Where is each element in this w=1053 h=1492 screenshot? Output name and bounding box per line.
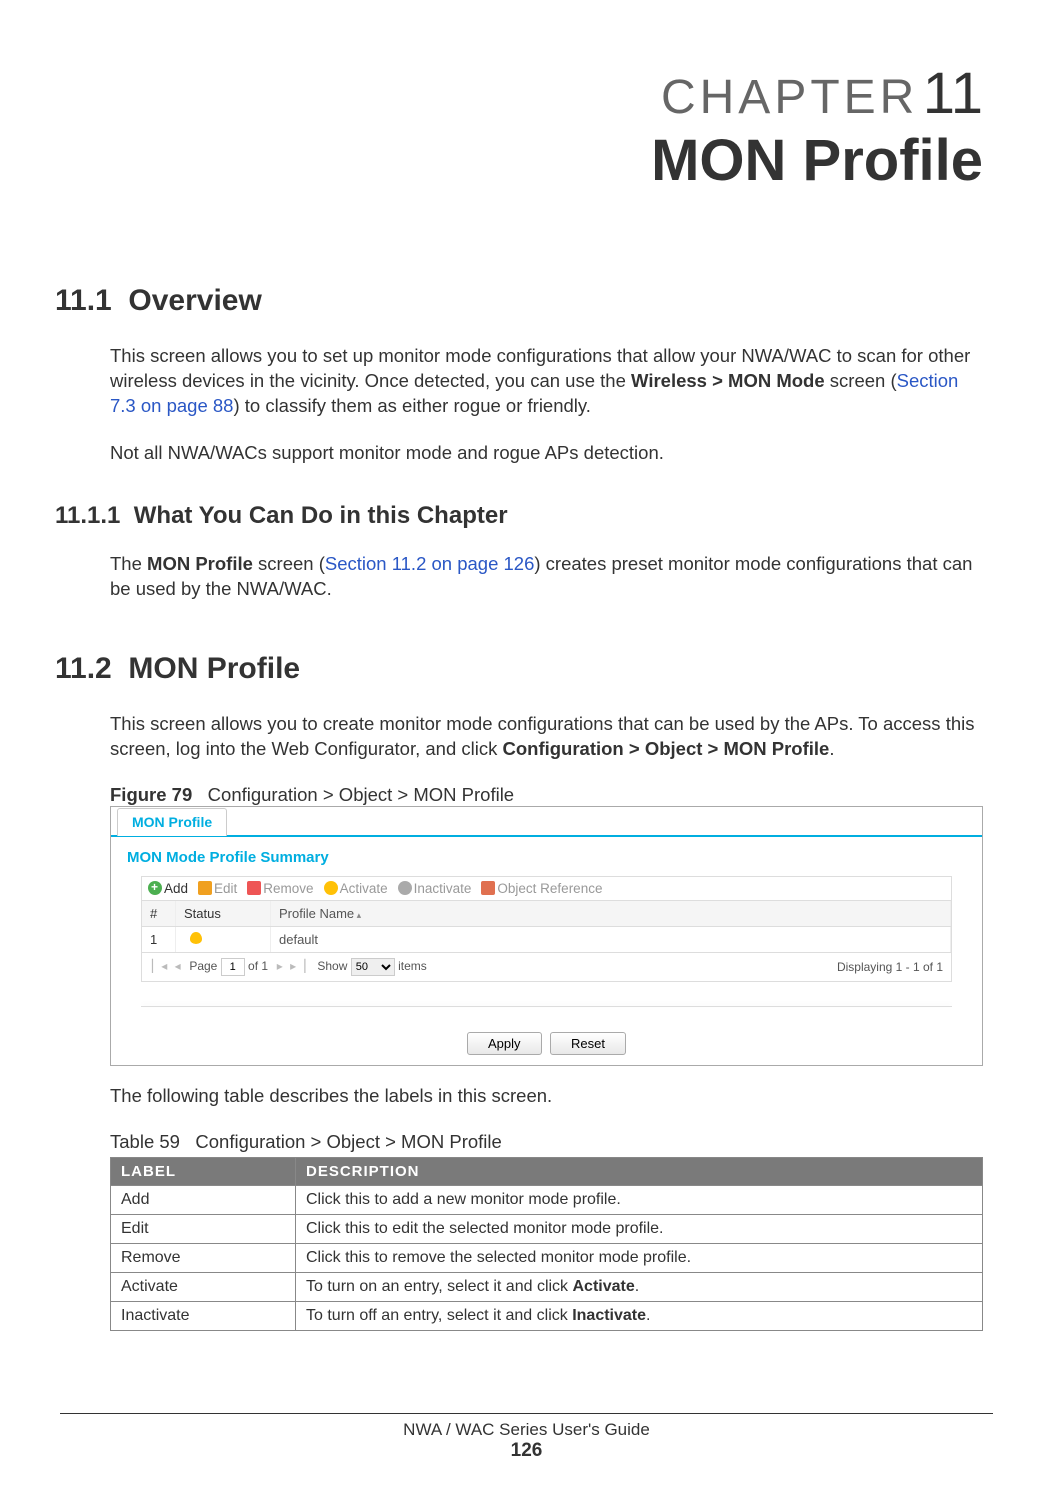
pager-display-text: Displaying 1 - 1 of 1 (837, 960, 943, 974)
pager-next-last[interactable]: ▸ ▸▕ (275, 959, 308, 973)
apply-button[interactable]: Apply (467, 1032, 542, 1055)
activate-button[interactable]: Activate (324, 881, 388, 896)
page-footer: NWA / WAC Series User's Guide 126 (0, 1413, 1053, 1462)
column-number[interactable]: # (142, 901, 176, 926)
section-number: 11.1 (55, 284, 112, 317)
th-description: DESCRIPTION (296, 1157, 983, 1185)
labels-table: LABEL DESCRIPTION Add Click this to add … (110, 1157, 983, 1331)
bulb-on-icon (324, 881, 338, 895)
grid-header: # Status Profile Name (142, 901, 951, 927)
xref-link[interactable]: Section 11.2 on page 126 (325, 553, 535, 574)
cell-label: Add (111, 1185, 296, 1214)
table-row: Add Click this to add a new monitor mode… (111, 1185, 983, 1214)
cell-desc: Click this to remove the selected monito… (296, 1243, 983, 1272)
chapter-heading: CHAPTER 11 MON Profile (55, 30, 993, 194)
add-icon (148, 881, 162, 895)
pager-first-prev[interactable]: ▏◂ ◂ (150, 959, 183, 973)
screen-name: MON Profile (147, 553, 253, 574)
reference-icon (481, 881, 495, 895)
paragraph: The MON Profile screen (Section 11.2 on … (110, 552, 983, 602)
profile-grid: # Status Profile Name 1 default (141, 900, 952, 953)
bulb-off-icon (398, 881, 412, 895)
pager-page-input[interactable] (221, 958, 245, 976)
chapter-number: 11 (923, 61, 983, 126)
cell-status (176, 927, 271, 952)
table-caption: Table 59 Configuration > Object > MON Pr… (110, 1131, 983, 1153)
column-status[interactable]: Status (176, 901, 271, 926)
section-11-1: 11.1 Overview (55, 284, 993, 318)
footer-guide-title: NWA / WAC Series User's Guide (0, 1420, 1053, 1440)
paragraph: Not all NWA/WACs support monitor mode an… (110, 441, 983, 466)
reset-button[interactable]: Reset (550, 1032, 626, 1055)
table-row[interactable]: 1 default (142, 927, 951, 952)
cell-profile-name: default (271, 927, 951, 952)
pager-page-label: Page (189, 959, 217, 973)
table-row: Edit Click this to edit the selected mon… (111, 1214, 983, 1243)
pager-items-label: items (398, 959, 427, 973)
section-11-2: 11.2 MON Profile (55, 652, 993, 686)
section-title: Overview (128, 284, 261, 317)
chapter-label: CHAPTER (661, 71, 918, 124)
paragraph: The following table describes the labels… (110, 1084, 983, 1109)
panel-title: MON Mode Profile Summary (111, 837, 982, 876)
object-reference-button[interactable]: Object Reference (481, 881, 602, 896)
section-11-1-1: 11.1.1 What You Can Do in this Chapter (55, 502, 993, 530)
edit-button[interactable]: Edit (198, 881, 237, 896)
footer-page-number: 126 (0, 1440, 1053, 1462)
cell-desc: To turn on an entry, select it and click… (296, 1272, 983, 1301)
table-row: Activate To turn on an entry, select it … (111, 1272, 983, 1301)
cell-number: 1 (142, 927, 176, 952)
table-row: Inactivate To turn off an entry, select … (111, 1301, 983, 1330)
pager-show-select[interactable]: 50 (351, 958, 395, 976)
tab-mon-profile[interactable]: MON Profile (117, 808, 227, 836)
chapter-title: MON Profile (55, 127, 983, 194)
paragraph: This screen allows you to create monitor… (110, 712, 983, 762)
inactivate-button[interactable]: Inactivate (398, 881, 472, 896)
paragraph: This screen allows you to set up monitor… (110, 344, 983, 419)
remove-button[interactable]: Remove (247, 881, 313, 896)
edit-icon (198, 881, 212, 895)
figure-screenshot: MON Profile MON Mode Profile Summary Add… (110, 806, 983, 1066)
trash-icon (247, 881, 261, 895)
section-title: MON Profile (128, 652, 300, 685)
section-title: What You Can Do in this Chapter (134, 502, 508, 529)
nav-path: Configuration > Object > MON Profile (502, 738, 829, 759)
section-number: 11.1.1 (55, 502, 120, 529)
pager: ▏◂ ◂ Page of 1 ▸ ▸▕ Show 50 items Displa… (141, 953, 952, 982)
pager-show-label: Show (317, 959, 347, 973)
toolbar: Add Edit Remove Activate Inactivate Obje… (141, 876, 952, 900)
cell-desc: To turn off an entry, select it and clic… (296, 1301, 983, 1330)
th-label: LABEL (111, 1157, 296, 1185)
separator (141, 1006, 952, 1007)
table-row: Remove Click this to remove the selected… (111, 1243, 983, 1272)
figure-caption: Figure 79 Configuration > Object > MON P… (110, 784, 983, 806)
cell-desc: Click this to edit the selected monitor … (296, 1214, 983, 1243)
status-active-icon (190, 932, 202, 944)
cell-desc: Click this to add a new monitor mode pro… (296, 1185, 983, 1214)
cell-label: Inactivate (111, 1301, 296, 1330)
section-number: 11.2 (55, 652, 112, 685)
column-profile-name[interactable]: Profile Name (271, 901, 951, 926)
tab-bar: MON Profile (111, 807, 982, 837)
cell-label: Remove (111, 1243, 296, 1272)
cell-label: Edit (111, 1214, 296, 1243)
add-button[interactable]: Add (148, 881, 188, 896)
nav-path: Wireless > MON Mode (631, 370, 825, 391)
pager-of-label: of 1 (248, 959, 268, 973)
cell-label: Activate (111, 1272, 296, 1301)
